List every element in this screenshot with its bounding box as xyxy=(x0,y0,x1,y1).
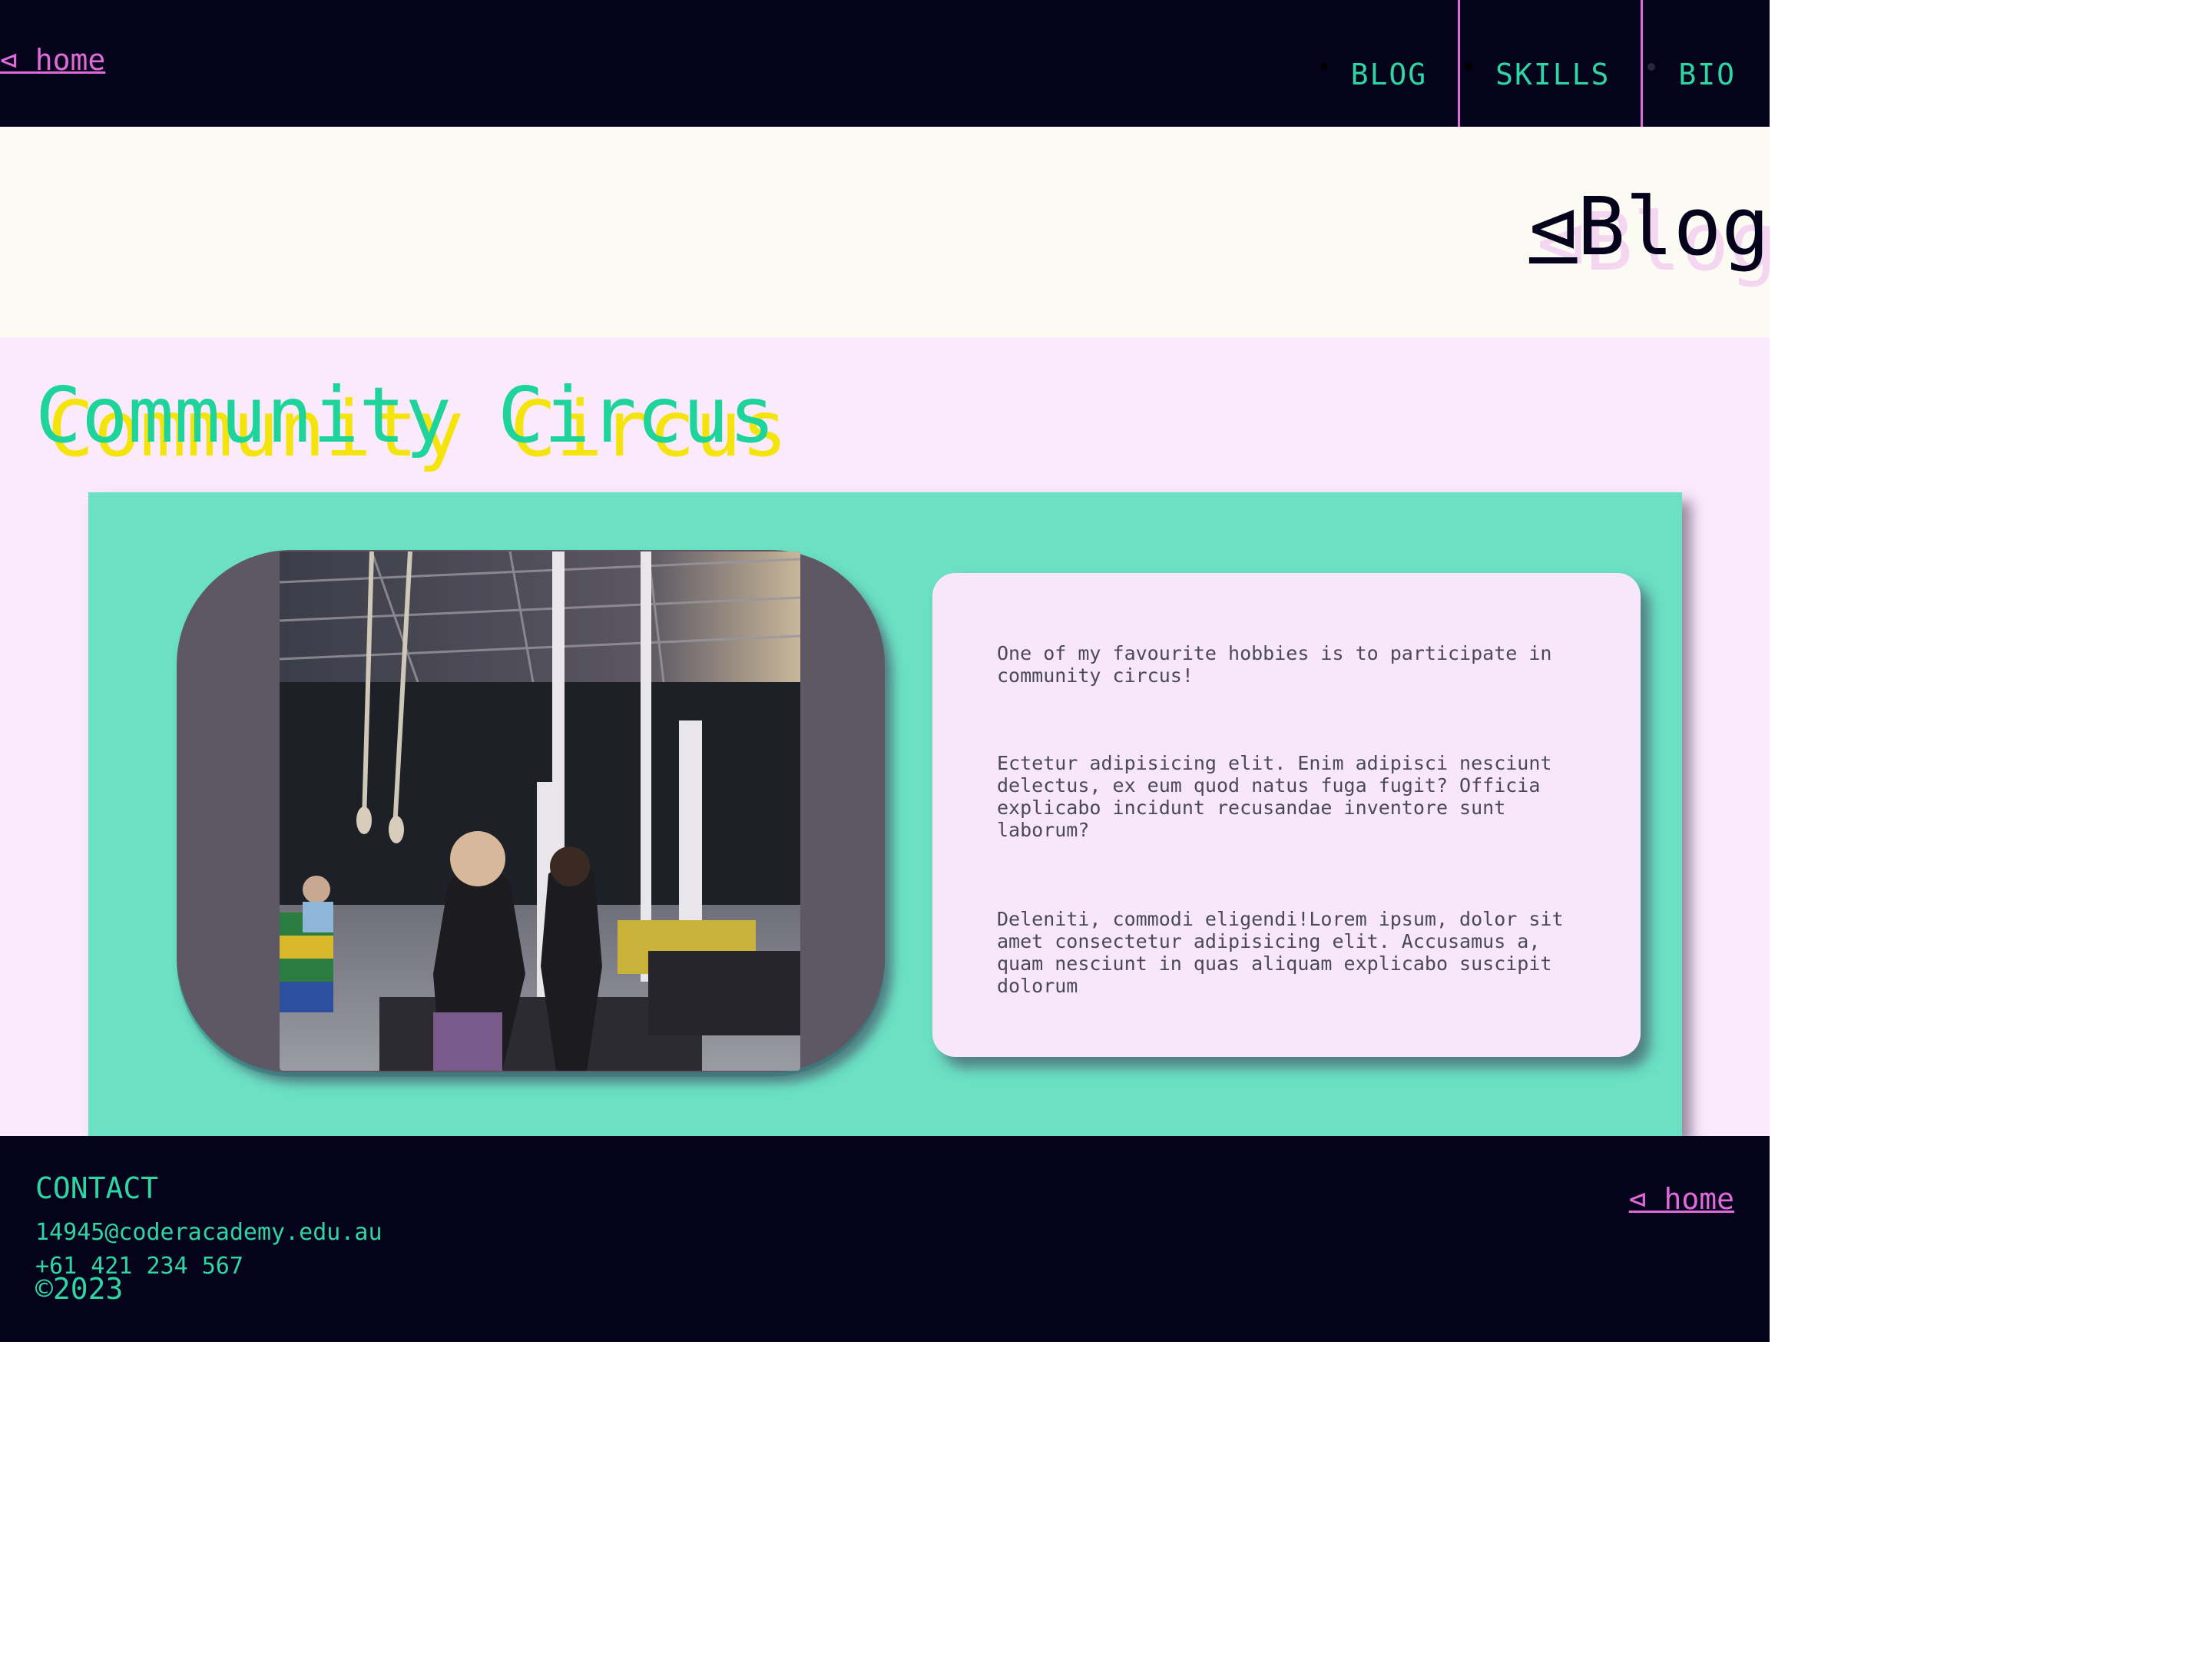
nav-item-skills[interactable]: SKILLS xyxy=(1458,0,1641,127)
copyright: ©2023 xyxy=(35,1272,124,1306)
footer-home-link[interactable]: ⊲ home xyxy=(1629,1182,1734,1216)
post-paragraph: Deleniti, commodi eligendi!Lorem ipsum, … xyxy=(997,908,1564,997)
page-title-band: ⊲Blog ⊲Blog xyxy=(0,127,1777,337)
post-title: Community Circus xyxy=(35,370,776,460)
post-paragraph: Ectetur adipisicing elit. Enim adipisci … xyxy=(997,752,1552,841)
circus-photo xyxy=(280,551,800,1071)
top-navbar: ⊲ home BLOG SKILLS BIO xyxy=(0,0,1770,127)
nav-item-label: BIO xyxy=(1678,57,1736,91)
nav-item-blog[interactable]: BLOG xyxy=(1316,0,1459,127)
page-title-text: Blog xyxy=(1577,180,1770,273)
blog-content: Community Circus Community Circus One of… xyxy=(0,337,1770,1136)
nav-item-bio[interactable]: BIO xyxy=(1641,0,1770,127)
triangle-icon: ⊲ xyxy=(1528,180,1578,273)
site: ⊲ home BLOG SKILLS BIO ⊲Blog ⊲Blog Commu… xyxy=(0,0,1777,1342)
main-nav: BLOG SKILLS BIO xyxy=(1316,0,1770,127)
page-title: ⊲Blog xyxy=(1529,187,1770,267)
footer: CONTACT 14945@coderacademy.edu.au +61 42… xyxy=(0,1136,1770,1342)
nav-item-label: BLOG xyxy=(1350,57,1428,91)
post-card: One of my favourite hobbies is to partic… xyxy=(88,492,1682,1136)
post-paragraph: One of my favourite hobbies is to partic… xyxy=(997,642,1552,687)
bullet-icon xyxy=(1465,62,1473,71)
post-text-card: One of my favourite hobbies is to partic… xyxy=(932,573,1641,1057)
contact-email[interactable]: 14945@coderacademy.edu.au xyxy=(35,1219,382,1246)
home-link[interactable]: ⊲ home xyxy=(0,43,105,77)
nav-item-label: SKILLS xyxy=(1495,57,1611,91)
contact-heading: CONTACT xyxy=(35,1171,159,1205)
bullet-icon xyxy=(1647,62,1656,71)
bullet-icon xyxy=(1320,62,1328,71)
photo-frame xyxy=(177,550,885,1072)
